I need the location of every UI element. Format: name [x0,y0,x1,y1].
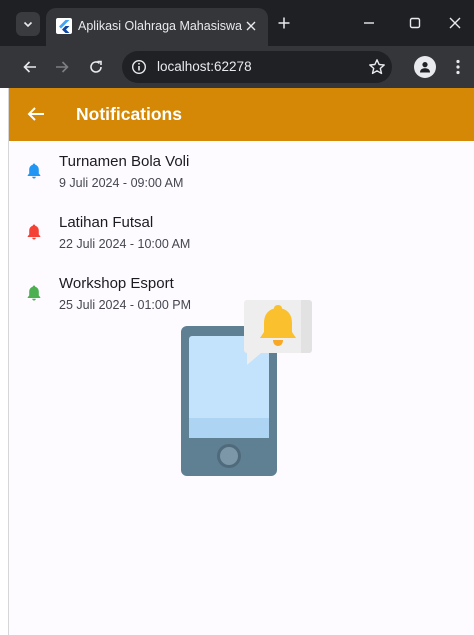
bell-icon [27,285,41,301]
arrow-right-icon [56,61,69,73]
chevron-down-icon [23,21,33,28]
tab-search-button[interactable] [16,12,40,36]
close-icon [246,21,256,31]
notification-title: Turnamen Bola Voli [59,153,190,170]
plus-icon [278,17,290,29]
more-vert-icon [456,59,460,75]
minimize-icon [364,22,374,24]
browser-tab[interactable]: Aplikasi Olahraga Mahasiswa [46,8,268,46]
person-icon [420,62,430,73]
browser-toolbar: localhost:62278 [0,46,474,88]
list-item[interactable]: Latihan Futsal 22 Juli 2024 - 10:00 AM [9,208,474,268]
page-title: Notifications [76,104,182,124]
phone-bell-illustration [181,300,312,476]
arrow-left-icon [23,61,36,73]
address-bar[interactable]: localhost:62278 [122,51,392,83]
url-text[interactable]: localhost:62278 [157,59,252,74]
notification-title: Latihan Futsal [59,214,154,231]
browser-tab-strip: Aplikasi Olahraga Mahasiswa [0,0,474,46]
close-icon [449,17,461,29]
close-window-button[interactable] [446,14,464,32]
bell-icon [27,224,41,240]
browser-menu-button[interactable] [448,57,468,77]
notification-date: 22 Juli 2024 - 10:00 AM [59,237,191,251]
info-icon[interactable] [131,59,147,75]
flutter-icon [56,18,72,34]
maximize-button[interactable] [406,14,424,32]
reload-icon [90,60,102,73]
minimize-button[interactable] [360,14,378,32]
list-item[interactable]: Turnamen Bola Voli 9 Juli 2024 - 09:00 A… [9,147,474,207]
profile-button[interactable] [414,56,436,78]
maximize-icon [409,17,421,29]
bell-icon [27,163,41,179]
arrow-left-icon[interactable] [25,103,47,125]
tab-close-button[interactable] [242,17,260,35]
app-viewport: Notifications Turnamen Bola Voli 9 Juli … [8,88,474,635]
forward-button[interactable] [52,57,72,77]
tab-title: Aplikasi Olahraga Mahasiswa [78,19,242,33]
app-bar: Notifications [9,88,474,141]
new-tab-button[interactable] [275,14,293,32]
star-icon[interactable] [368,58,386,76]
notification-title: Workshop Esport [59,275,174,292]
notification-date: 25 Juli 2024 - 01:00 PM [59,298,192,312]
back-button[interactable] [20,57,40,77]
reload-button[interactable] [86,57,106,77]
notification-date: 9 Juli 2024 - 09:00 AM [59,176,184,190]
